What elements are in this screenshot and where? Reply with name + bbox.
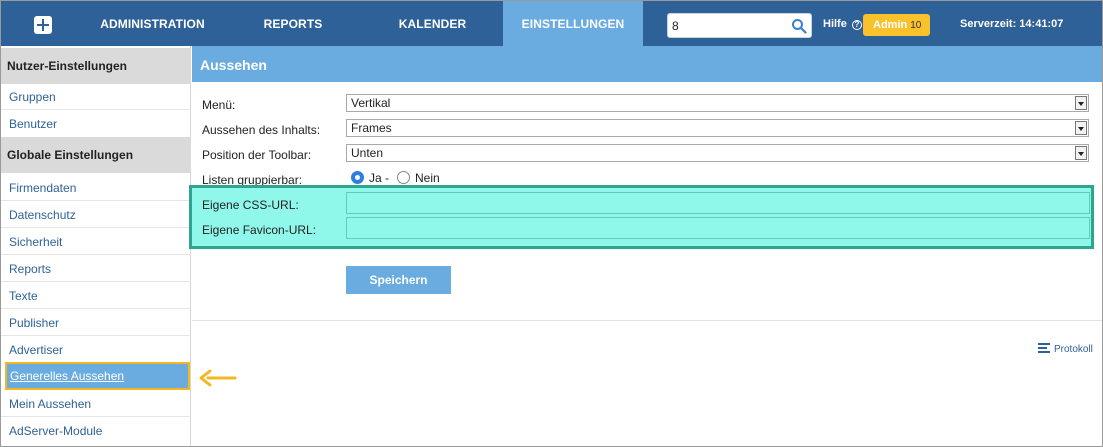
inhalt-select[interactable]: Frames: [346, 119, 1089, 137]
divider: [1, 109, 191, 110]
css-url-input[interactable]: [346, 192, 1090, 214]
server-time: Serverzeit: 14:41:07: [960, 18, 1064, 30]
sidebar-item-generelles-aussehen[interactable]: Generelles Aussehen: [5, 362, 190, 390]
radio-ja-label: Ja -: [369, 171, 390, 185]
favicon-url-label: Eigene Favicon-URL:: [202, 223, 317, 237]
favicon-url-input[interactable]: [346, 217, 1090, 239]
add-icon[interactable]: [34, 16, 52, 34]
dropdown-arrow-icon[interactable]: [1075, 121, 1087, 135]
dropdown-arrow-icon[interactable]: [1075, 96, 1087, 110]
toolbar-select[interactable]: Unten: [346, 144, 1089, 162]
radio-nein-label: Nein: [415, 171, 440, 185]
sidebar-item-firmendaten[interactable]: Firmendaten: [9, 181, 76, 195]
divider: [1, 335, 191, 336]
radio-ja[interactable]: [351, 171, 364, 184]
admin-badge[interactable]: Admin 10: [863, 14, 930, 36]
search-icon[interactable]: [791, 18, 807, 34]
sidebar: Nutzer-Einstellungen Gruppen Benutzer Gl…: [1, 46, 191, 446]
sidebar-item-reports[interactable]: Reports: [9, 262, 51, 276]
admin-label: Admin: [873, 19, 908, 31]
page-title: Aussehen: [192, 46, 1102, 82]
divider: [1, 281, 191, 282]
sidebar-item-adserver-module[interactable]: AdServer-Module: [9, 424, 102, 438]
menu-select-value: Vertikal: [351, 96, 391, 110]
sidebar-section-global: Globale Einstellungen: [1, 137, 191, 173]
sidebar-item-advertiser[interactable]: Advertiser: [9, 343, 63, 357]
protokoll-link[interactable]: Protokoll: [1038, 343, 1093, 355]
help-link[interactable]: Hilfe ?: [823, 18, 862, 30]
search-field: [667, 13, 812, 38]
sidebar-item-benutzer[interactable]: Benutzer: [9, 117, 57, 131]
toolbar-select-value: Unten: [351, 146, 384, 160]
dropdown-arrow-icon[interactable]: [1075, 146, 1087, 160]
nav-administration[interactable]: ADMINISTRATION: [71, 1, 234, 46]
divider: [1, 254, 191, 255]
divider: [1, 227, 191, 228]
search-input[interactable]: [672, 17, 787, 34]
admin-count: 10: [910, 20, 922, 31]
sidebar-section-nutzer: Nutzer-Einstellungen: [1, 48, 191, 84]
sidebar-item-publisher[interactable]: Publisher: [9, 316, 59, 330]
menu-label: Menü:: [202, 98, 236, 112]
toolbar-label: Position der Toolbar:: [202, 148, 312, 162]
sidebar-item-texte[interactable]: Texte: [9, 289, 38, 303]
sidebar-item-gruppen[interactable]: Gruppen: [9, 90, 56, 104]
inhalt-select-value: Frames: [351, 121, 392, 135]
radio-nein[interactable]: [397, 171, 410, 184]
sidebar-item-datenschutz[interactable]: Datenschutz: [9, 208, 76, 222]
sidebar-item-sicherheit[interactable]: Sicherheit: [9, 235, 62, 249]
protokoll-label: Protokoll: [1054, 344, 1093, 355]
divider: [1, 416, 191, 417]
nav-kalender[interactable]: KALENDER: [352, 1, 513, 46]
sidebar-item-mein-aussehen[interactable]: Mein Aussehen: [9, 397, 91, 411]
help-icon: ?: [851, 20, 862, 30]
divider: [1, 308, 191, 309]
save-button[interactable]: Speichern: [346, 266, 451, 294]
css-url-label: Eigene CSS-URL:: [202, 198, 299, 212]
nav-reports[interactable]: REPORTS: [234, 1, 352, 46]
nav-einstellungen[interactable]: EINSTELLUNGEN: [503, 1, 643, 46]
top-navigation: ADMINISTRATION REPORTS KALENDER EINSTELL…: [1, 1, 1102, 46]
divider: [192, 320, 1102, 321]
menu-select[interactable]: Vertikal: [346, 94, 1089, 112]
pointer-arrow-icon: [199, 369, 237, 387]
list-icon: [1038, 343, 1050, 353]
help-label: Hilfe: [823, 18, 847, 30]
inhalt-label: Aussehen des Inhalts:: [202, 123, 321, 137]
divider: [1, 200, 191, 201]
